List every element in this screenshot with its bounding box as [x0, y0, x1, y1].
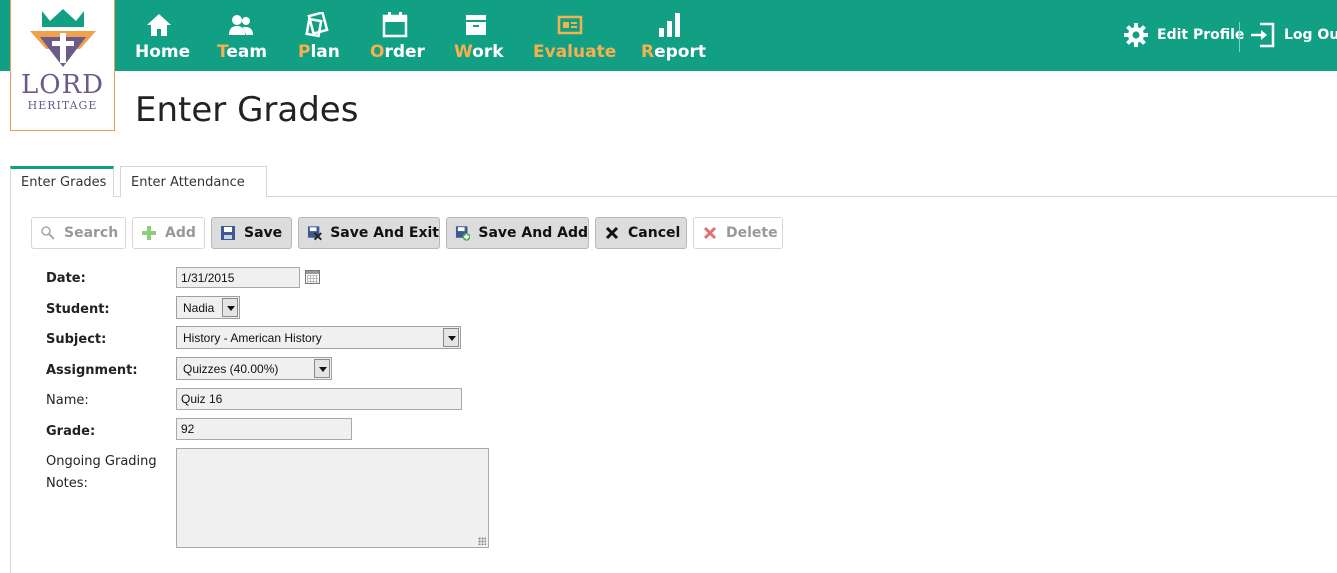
nav-team-label: Team [217, 42, 268, 62]
assignment-label: Assignment: [46, 363, 138, 378]
nav-report-label: Report [641, 42, 706, 62]
edit-profile-link[interactable]: Edit Profile [1123, 22, 1244, 48]
log-out-link[interactable]: Log Out [1250, 22, 1337, 48]
nav-evaluate[interactable]: Evaluate [533, 12, 617, 62]
close-icon [605, 226, 619, 240]
bar-chart-icon [659, 13, 680, 37]
save-button-label: Save [244, 225, 283, 241]
grading-notes-textarea[interactable] [176, 448, 489, 548]
search-button[interactable]: Search [31, 217, 126, 249]
floppy-disk-icon [221, 226, 235, 240]
nav-home[interactable]: Home [135, 12, 191, 62]
save-and-exit-button[interactable]: Save And Exit [298, 217, 440, 249]
chevron-down-icon [443, 328, 459, 347]
notes-label-line1: Ongoing Grading [46, 454, 157, 469]
subject-label: Subject: [46, 332, 107, 347]
add-button-label: Add [165, 225, 196, 241]
gear-icon [1124, 23, 1148, 47]
crown-shield-icon [30, 9, 96, 67]
search-icon [41, 226, 55, 240]
tab-enter-attendance[interactable]: Enter Attendance [120, 166, 267, 197]
work-icon [466, 15, 486, 35]
tab-enter-grades[interactable]: Enter Grades [10, 166, 114, 197]
calendar-icon [382, 12, 408, 38]
logo-text-line2: HERITAGE [27, 99, 98, 112]
name-field[interactable]: Quiz 16 [176, 388, 462, 410]
assignment-select-value: Quizzes (40.00%) [183, 362, 279, 376]
calendar-picker-icon[interactable] [305, 270, 320, 284]
save-and-add-label: Save And Add [478, 225, 588, 241]
student-label: Student: [46, 302, 110, 317]
nav-plan[interactable]: Plan [298, 12, 340, 62]
subject-select-value: History - American History [183, 331, 322, 345]
delete-button[interactable]: Delete [693, 217, 783, 249]
save-and-exit-label: Save And Exit [330, 225, 439, 241]
grade-field[interactable]: 92 [176, 418, 352, 440]
log-out-icon [1251, 22, 1275, 48]
nav-work-label: Work [454, 42, 504, 62]
nav-evaluate-label: Evaluate [533, 42, 617, 62]
logo-text-line1: LORD [20, 70, 104, 100]
plus-icon [142, 226, 156, 240]
delete-button-label: Delete [726, 225, 778, 241]
chevron-down-icon [222, 298, 238, 317]
nav-home-label: Home [135, 42, 191, 62]
log-out-label: Log Out [1284, 27, 1337, 43]
notes-label-line2: Notes: [46, 476, 88, 491]
student-select[interactable]: Nadia [176, 296, 240, 319]
nav-plan-label: Plan [298, 42, 340, 62]
save-and-add-button[interactable]: Save And Add [446, 217, 589, 249]
team-icon [228, 15, 253, 35]
chevron-down-icon [314, 359, 330, 378]
edit-profile-label: Edit Profile [1157, 27, 1245, 43]
delete-icon [703, 226, 717, 240]
save-add-icon [455, 226, 471, 241]
search-button-label: Search [64, 225, 119, 241]
assignment-select[interactable]: Quizzes (40.00%) [176, 357, 332, 380]
name-label: Name: [46, 393, 89, 408]
add-button[interactable]: Add [132, 217, 205, 249]
resize-grip-icon[interactable] [478, 537, 486, 545]
nav-team[interactable]: Team [217, 12, 268, 62]
nav-work[interactable]: Work [454, 12, 504, 62]
cancel-button-label: Cancel [628, 225, 681, 241]
nav-report[interactable]: Report [641, 12, 706, 62]
student-select-value: Nadia [183, 301, 215, 315]
page-title: Enter Grades [135, 90, 359, 130]
date-label: Date: [46, 271, 86, 286]
nav-order-label: Order [370, 42, 425, 62]
cancel-button[interactable]: Cancel [595, 217, 687, 249]
logo[interactable]: LORD HERITAGE [10, 0, 115, 131]
save-button[interactable]: Save [211, 217, 292, 249]
date-field[interactable]: 1/31/2015 [176, 267, 300, 288]
save-exit-icon [307, 226, 322, 241]
evaluate-icon [557, 15, 582, 35]
home-icon [147, 14, 171, 36]
plan-icon [304, 12, 329, 38]
subject-select[interactable]: History - American History [176, 326, 461, 349]
menu-divider [1239, 22, 1240, 52]
nav-order[interactable]: Order [370, 12, 425, 62]
grade-label: Grade: [46, 424, 96, 439]
